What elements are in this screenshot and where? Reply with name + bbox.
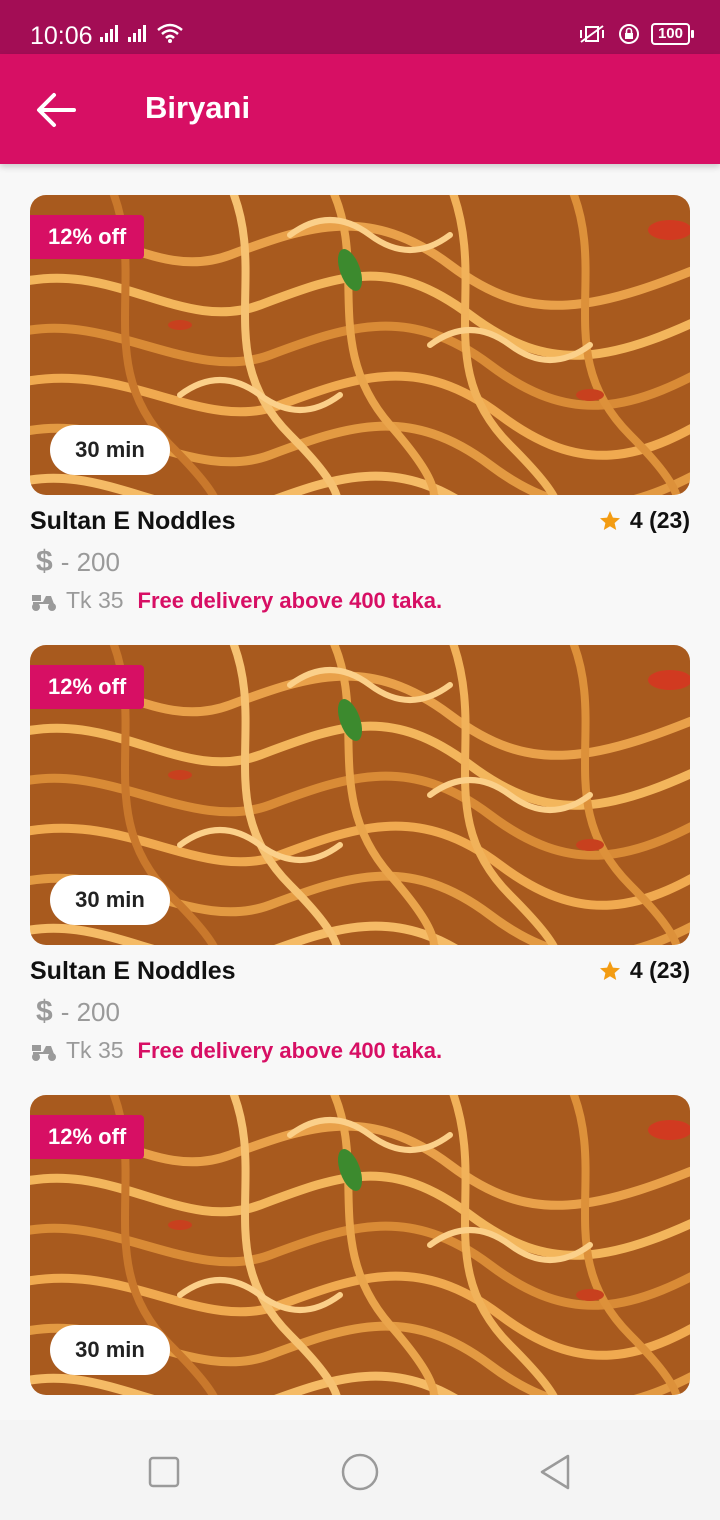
delivery-row: Tk 35 Free delivery above 400 taka. (30, 587, 442, 614)
dollar-icon: $ (36, 545, 53, 578)
price-value: - 200 (60, 996, 120, 1027)
delivery-time-badge: 30 min (50, 1325, 170, 1375)
price-value: - 200 (60, 546, 120, 577)
discount-badge: 12% off (30, 1115, 145, 1159)
page-title: Biryani (145, 90, 251, 125)
discount-badge: 12% off (30, 665, 145, 709)
wifi-icon (157, 23, 183, 43)
scooter-icon (32, 1044, 56, 1061)
rating-value: 4 (23) (629, 957, 690, 983)
restaurant-list[interactable]: 12% off 30 min Sultan E Noddles 4 (23) $… (0, 165, 720, 1420)
delivery-time-badge: 30 min (50, 875, 170, 925)
signal-icon (128, 25, 146, 42)
free-delivery-text: Free delivery above 400 taka. (137, 1037, 443, 1063)
app-bar: Biryani (0, 54, 720, 164)
restaurant-image[interactable]: 12% off 30 min (30, 195, 690, 495)
status-time: 10:06 (30, 22, 93, 50)
star-icon (599, 510, 620, 530)
status-bar: 10:06 100 (0, 0, 720, 54)
free-delivery-text: Free delivery above 400 taka. (137, 587, 443, 613)
delivery-row: Tk 35 Free delivery above 400 taka. (30, 1037, 442, 1064)
rating: 4 (23) (598, 957, 690, 984)
rating: 4 (23) (598, 507, 690, 534)
vibrate-icon (579, 25, 604, 43)
discount-badge: 12% off (30, 215, 145, 259)
scooter-icon (32, 594, 56, 611)
system-nav-bar (0, 1420, 720, 1520)
home-icon[interactable] (338, 1450, 382, 1494)
delivery-fee: Tk 35 (66, 1037, 124, 1063)
restaurant-image[interactable]: 12% off 30 min (30, 645, 690, 945)
restaurant-name[interactable]: Sultan E Noddles (30, 957, 236, 986)
restaurant-image[interactable]: 12% off 30 min (30, 1095, 690, 1395)
signal-icon (100, 25, 118, 42)
restaurant-name[interactable]: Sultan E Noddles (30, 507, 236, 536)
back-icon[interactable] (534, 1450, 578, 1494)
restaurant-card[interactable]: 12% off 30 min Sultan E Noddles 4 (23) $… (30, 645, 690, 1063)
restaurant-card[interactable]: 12% off 30 min Sultan E Noddles 4 (23) $… (30, 195, 690, 613)
delivery-fee: Tk 35 (66, 587, 124, 613)
arrow-left-icon[interactable] (34, 90, 78, 130)
restaurant-card[interactable]: 12% off 30 min (30, 1095, 690, 1395)
price-row: $ - 200 (36, 995, 120, 1029)
price-row: $ - 200 (36, 545, 120, 579)
star-icon (599, 960, 620, 980)
dollar-icon: $ (36, 995, 53, 1028)
battery-icon: 100 (650, 23, 695, 45)
rating-value: 4 (23) (629, 507, 690, 533)
rotation-lock-icon (618, 24, 639, 44)
recent-apps-icon[interactable] (142, 1450, 186, 1494)
delivery-time-badge: 30 min (50, 425, 170, 475)
